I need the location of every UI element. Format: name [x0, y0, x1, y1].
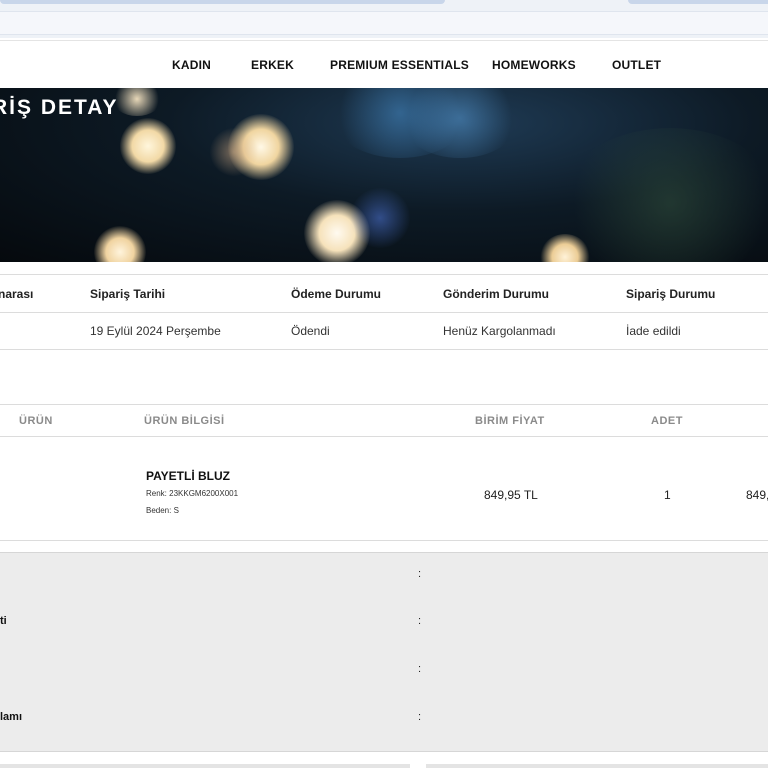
order-info-table: narası Sipariş Tarihi Ödeme Durumu Gönde…	[0, 274, 768, 350]
summary-label: lamı	[0, 711, 23, 723]
nav-item-outlet[interactable]: OUTLET	[612, 58, 661, 72]
summary-separator: :	[418, 663, 422, 675]
footer-strip	[0, 756, 768, 768]
product-color: Renk: 23KKGM6200X001	[146, 489, 239, 498]
nav-item-homeworks[interactable]: HOMEWORKS	[492, 58, 576, 72]
nav-item-kadin[interactable]: KADIN	[172, 58, 211, 72]
browser-chrome	[0, 0, 768, 38]
product-unit-price: 849,95 TL	[484, 488, 538, 502]
table-divider	[0, 436, 768, 437]
bokeh-light	[120, 118, 176, 174]
order-status-value: İade edildi	[626, 324, 681, 338]
payment-status-value: Ödendi	[291, 324, 330, 338]
summary-separator: :	[418, 615, 422, 627]
table-divider	[0, 312, 768, 313]
page-title: RİŞ DETAY	[0, 96, 119, 119]
bokeh-light	[94, 226, 146, 262]
summary-separator: :	[418, 568, 422, 580]
product-name[interactable]: PAYETLİ BLUZ	[146, 469, 230, 483]
header-quantity: ADET	[651, 415, 683, 427]
bokeh-light	[112, 88, 162, 116]
header-order-number: narası	[0, 287, 34, 301]
browser-tab[interactable]	[628, 0, 768, 4]
main-nav: KADIN ERKEK PREMIUM ESSENTIALS HOMEWORKS…	[0, 40, 768, 88]
header-order-status: Sipariş Durumu	[626, 287, 716, 301]
footer-block	[0, 764, 410, 768]
nav-item-erkek[interactable]: ERKEK	[251, 58, 294, 72]
header-order-date: Sipariş Tarihi	[90, 287, 166, 301]
shipping-status-value: Henüz Kargolanmadı	[443, 324, 556, 338]
header-product-info: ÜRÜN BİLGİSİ	[144, 415, 225, 427]
products-table: ÜRÜN ÜRÜN BİLGİSİ BİRİM FİYAT ADET PAYET…	[0, 404, 768, 541]
bokeh-light	[350, 188, 410, 248]
bokeh-light	[560, 128, 768, 262]
hero-banner: RİŞ DETAY	[0, 88, 768, 262]
product-total: 849,	[746, 488, 768, 502]
browser-address-bar[interactable]	[0, 11, 768, 35]
bokeh-light	[210, 128, 258, 176]
product-quantity: 1	[664, 488, 671, 502]
header-payment-status: Ödeme Durumu	[291, 287, 382, 301]
summary-separator: :	[418, 711, 422, 723]
header-unit-price: BİRİM FİYAT	[475, 415, 545, 427]
browser-tab[interactable]	[0, 0, 445, 4]
order-summary: : ti : : lamı :	[0, 552, 768, 752]
product-size: Beden: S	[146, 506, 179, 515]
nav-item-premium-essentials[interactable]: PREMIUM ESSENTIALS	[330, 58, 469, 72]
header-product: ÜRÜN	[19, 415, 53, 427]
header-shipping-status: Gönderim Durumu	[443, 287, 550, 301]
summary-label: ti	[0, 615, 7, 627]
footer-block	[426, 764, 768, 768]
order-date-value: 19 Eylül 2024 Perşembe	[90, 324, 221, 338]
